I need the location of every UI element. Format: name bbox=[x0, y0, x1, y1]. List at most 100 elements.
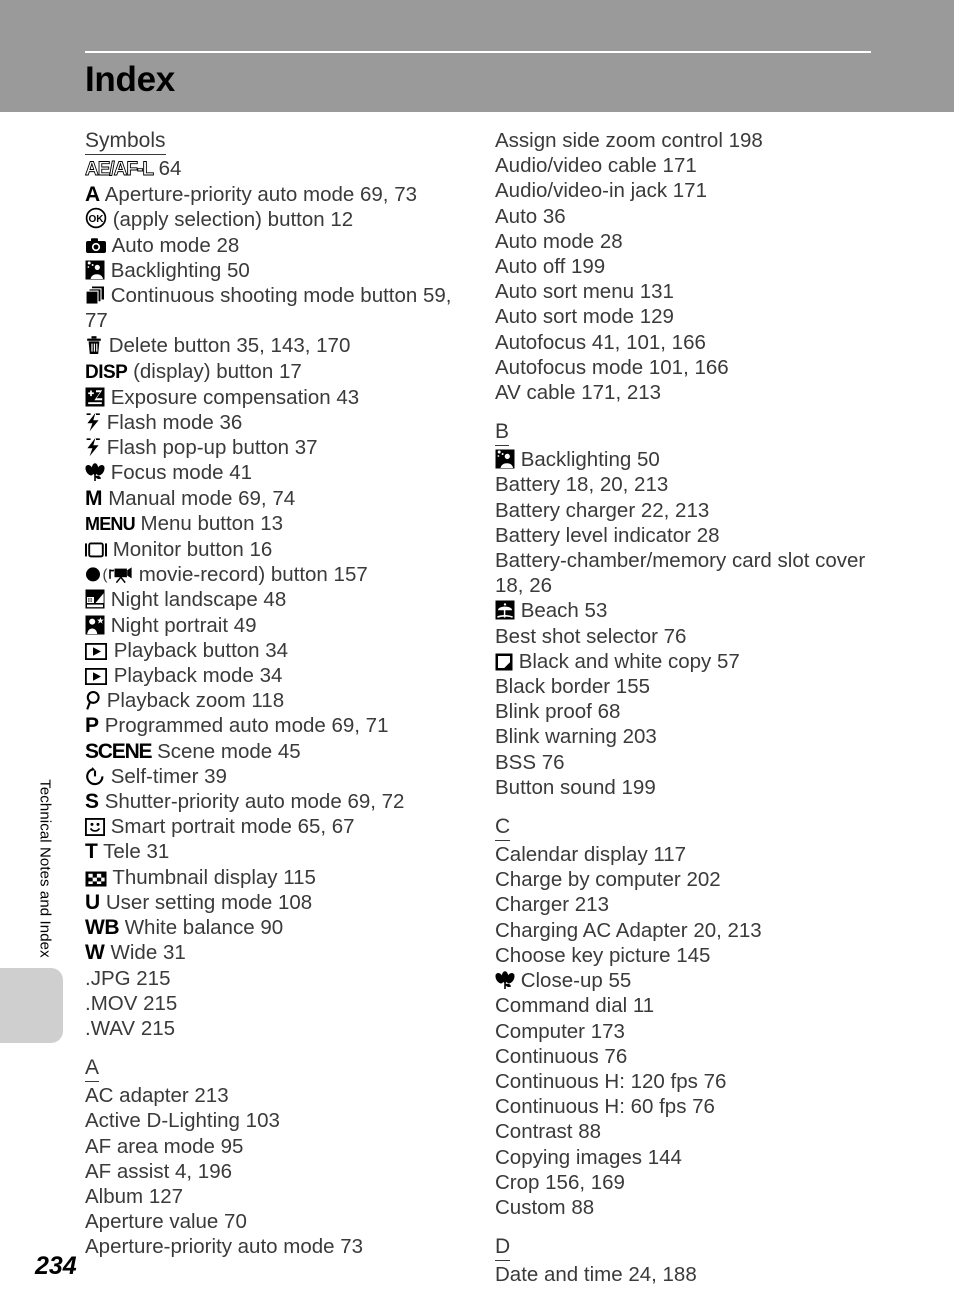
index-entry: Exposure compensation 43 bbox=[85, 385, 475, 410]
index-entry-label: Playback button bbox=[113, 638, 260, 662]
wb-icon: WB bbox=[85, 916, 120, 940]
index-entry-label: Battery bbox=[495, 473, 560, 497]
index-entry: Playback mode 34 bbox=[84, 663, 475, 688]
disp-icon: DISP bbox=[85, 361, 128, 383]
index-entry-pages: 108 bbox=[277, 890, 313, 914]
index-entry-pages: 11 bbox=[632, 994, 655, 1018]
index-entry-pages: 115 bbox=[283, 865, 316, 889]
letter-u-icon: U bbox=[85, 890, 101, 914]
index-entry: Charging AC Adapter 20, 213 bbox=[495, 918, 885, 943]
index-section-c: C bbox=[495, 814, 885, 842]
index-entry-label: Tele bbox=[103, 840, 141, 864]
index-entry-pages: 127 bbox=[148, 1184, 184, 1208]
index-entry-pages: 118 bbox=[251, 689, 285, 713]
index-entry-label: Night landscape bbox=[110, 588, 258, 612]
letter-s-icon: S bbox=[85, 790, 100, 814]
index-entry-pages: 55 bbox=[608, 969, 632, 993]
index-entry-pages: 202 bbox=[686, 868, 721, 892]
index-entry-label: Blink warning bbox=[495, 725, 617, 749]
index-entry-label: User setting mode bbox=[105, 890, 273, 914]
index-entry-pages: 50 bbox=[636, 448, 660, 472]
index-entry: Thumbnail display 115 bbox=[85, 865, 475, 890]
index-entry: Autofocus 41, 101, 166 bbox=[495, 330, 885, 355]
continuous-shooting-icon bbox=[85, 286, 104, 305]
index-entry: Delete button 35, 143, 170 bbox=[85, 333, 475, 358]
index-entry-pages: 50 bbox=[226, 258, 250, 282]
index-entry-label: Calendar display bbox=[495, 843, 648, 867]
index-entry-label: Backlighting bbox=[110, 258, 222, 282]
index-entry-pages: 41, 101, 166 bbox=[591, 330, 706, 354]
index-entry-label: Flash mode bbox=[106, 411, 214, 435]
index-entry-pages: 88 bbox=[571, 1195, 595, 1219]
trash-delete-icon bbox=[87, 336, 101, 355]
index-entry: Battery level indicator 28 bbox=[495, 523, 885, 548]
index-entry-pages: 155 bbox=[615, 675, 651, 699]
index-column-right: Assign side zoom control 198 Audio/video … bbox=[495, 128, 885, 1287]
index-entry-pages: 131 bbox=[639, 280, 674, 304]
index-entry: Blink proof 68 bbox=[495, 699, 885, 724]
index-entry: Beach 53 bbox=[495, 598, 885, 623]
index-entry: Assign side zoom control 198 bbox=[495, 128, 885, 153]
section-heading-symbols: Symbols bbox=[85, 129, 166, 155]
index-entry: Auto mode 28 bbox=[85, 233, 475, 258]
index-entry-pages: 95 bbox=[220, 1134, 244, 1158]
index-section-symbols: Symbols bbox=[85, 128, 475, 156]
index-entry-pages: 17 bbox=[278, 359, 302, 383]
index-entry-pages: 215 bbox=[143, 991, 178, 1015]
index-entry-label: Black and white copy bbox=[518, 649, 712, 673]
index-entry-pages: 171 bbox=[672, 179, 707, 203]
index-entry-list-a: AC adapter 213 Active D-Lighting 103 AF ar… bbox=[85, 1083, 475, 1259]
index-entry-pages: 18, 26 bbox=[495, 574, 552, 598]
index-entry: Calendar display 117 bbox=[495, 842, 885, 867]
index-entry-pages: 171 bbox=[662, 154, 697, 178]
index-entry-label: Continuous H: 60 fps bbox=[495, 1095, 687, 1119]
index-entry-label: Charging AC Adapter bbox=[495, 918, 688, 942]
index-entry-pages: 28 bbox=[696, 523, 720, 547]
index-entry: Playback button 34 bbox=[84, 638, 475, 663]
index-entry-pages: 129 bbox=[639, 305, 674, 329]
section-heading-a: A bbox=[85, 1056, 100, 1083]
index-section-a: A bbox=[85, 1055, 475, 1083]
index-entry: AE/AF-L 64 bbox=[85, 156, 475, 182]
index-entry: Crop 156, 169 bbox=[495, 1170, 885, 1195]
letter-t-icon: T bbox=[85, 840, 98, 864]
index-entry: A Aperture-priority auto mode 69, 73 bbox=[85, 182, 475, 207]
index-entry-label: movie-record) button bbox=[138, 563, 328, 587]
section-tab-label: Technical Notes and Index bbox=[36, 779, 54, 958]
section-tab-marker bbox=[0, 968, 63, 1043]
index-entry-label: Auto sort mode bbox=[495, 305, 635, 329]
index-entry-label: Programmed auto mode bbox=[104, 714, 326, 738]
thumbnail-display-icon bbox=[85, 871, 107, 887]
index-entry-pages: 199 bbox=[571, 255, 606, 279]
index-entry: Choose key picture 145 bbox=[495, 943, 885, 968]
index-entry-pages: 69, 71 bbox=[331, 714, 389, 738]
index-entry-label: .MOV bbox=[85, 991, 138, 1015]
index-entry: AF assist 4, 196 bbox=[85, 1159, 475, 1184]
index-entry-label: Assign side zoom control bbox=[495, 129, 723, 152]
index-entry-pages: 57 bbox=[716, 649, 740, 673]
index-entry-pages: 37 bbox=[294, 436, 318, 460]
index-entry: Monitor button 16 bbox=[85, 537, 475, 562]
index-entry-list-b: Backlighting 50 Battery 18, 20, 213 Batter… bbox=[495, 447, 885, 800]
index-entry-pages: 48 bbox=[263, 588, 287, 612]
index-entry-pages: 43 bbox=[336, 385, 360, 409]
backlighting-icon bbox=[495, 449, 515, 469]
index-entry-pages: 76 bbox=[703, 1069, 727, 1093]
index-entry-label: Auto mode bbox=[111, 233, 211, 257]
index-entry-pages: 157 bbox=[333, 563, 368, 587]
index-entry-label: Charge by computer bbox=[495, 868, 681, 892]
bw-copy-icon bbox=[495, 653, 513, 671]
index-entry-label: Black border bbox=[495, 675, 611, 699]
index-entry-label: Choose key picture bbox=[495, 943, 671, 967]
index-entry-label: Battery-chamber/memory card slot cover bbox=[495, 549, 866, 573]
index-entry-label: Aperture-priority auto mode bbox=[104, 183, 355, 207]
index-entry: BSS 76 bbox=[495, 750, 885, 775]
index-entry-pages: 64 bbox=[158, 157, 182, 180]
section-heading-b: B bbox=[495, 420, 510, 447]
index-entry: Continuous H: 120 fps 76 bbox=[495, 1069, 885, 1094]
index-entry-label: AF area mode bbox=[85, 1134, 215, 1158]
index-entry-pages: 171, 213 bbox=[581, 381, 662, 405]
index-entry-label: Menu button bbox=[140, 511, 255, 535]
index-entry-label: Contrast bbox=[495, 1120, 573, 1144]
index-entry-label: Playback zoom bbox=[106, 689, 246, 713]
